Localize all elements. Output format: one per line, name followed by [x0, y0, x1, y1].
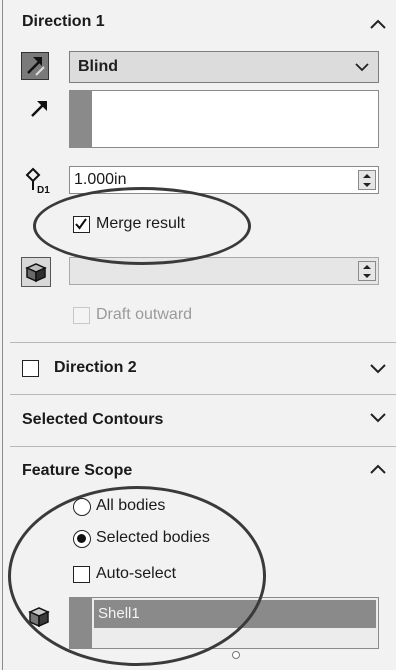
selected-bodies-label: Selected bodies: [96, 529, 210, 546]
body-item-label: Shell1: [98, 605, 140, 622]
resize-handle[interactable]: [232, 651, 240, 659]
direction-arrow-icon: [31, 101, 47, 117]
direction2-title: Direction 2: [54, 359, 137, 376]
panel-left-border: [2, 0, 3, 670]
reverse-direction-button[interactable]: [21, 52, 49, 80]
selection-color-swatch: [70, 598, 92, 648]
section-divider: [10, 342, 396, 343]
solid-bodies-icon: [28, 607, 50, 628]
collapse-chevron-up-icon[interactable]: [368, 462, 388, 476]
feature-scope-title: Feature Scope: [22, 462, 133, 479]
merge-result-checkbox[interactable]: [73, 216, 90, 233]
depth-value: 1.000in: [74, 171, 127, 188]
selection-color-swatch: [70, 91, 92, 147]
auto-select-checkbox[interactable]: [73, 566, 90, 583]
section-divider: [10, 446, 396, 447]
direction1-title: Direction 1: [22, 13, 105, 30]
expand-chevron-down-icon[interactable]: [368, 361, 388, 375]
all-bodies-label: All bodies: [96, 497, 166, 514]
spin-up-icon[interactable]: [359, 262, 375, 271]
radio-all-bodies[interactable]: [73, 498, 91, 516]
direction-selection-box[interactable]: [69, 90, 379, 148]
draft-toggle-button[interactable]: [21, 257, 51, 287]
depth-spinner[interactable]: [358, 170, 376, 190]
spin-down-icon[interactable]: [359, 180, 375, 189]
list-item[interactable]: Shell1: [94, 600, 376, 628]
auto-select-label: Auto-select: [96, 565, 177, 582]
radio-selected-bodies[interactable]: [73, 530, 91, 548]
spin-down-icon[interactable]: [359, 271, 375, 280]
spin-up-icon[interactable]: [359, 171, 375, 180]
svg-text:D1: D1: [37, 185, 50, 196]
checkmark-icon: [75, 218, 87, 230]
depth-input[interactable]: 1.000in: [69, 166, 379, 194]
reverse-direction-icon: [27, 57, 45, 76]
draft-icon: [25, 263, 47, 283]
chevron-down-icon: [355, 63, 369, 72]
collapse-chevron-up-icon[interactable]: [368, 17, 388, 31]
direction2-checkbox[interactable]: [22, 360, 39, 377]
draft-outward-label: Draft outward: [96, 306, 193, 323]
bodies-selection-list[interactable]: Shell1: [69, 597, 379, 649]
merge-result-label: Merge result: [96, 215, 185, 232]
expand-chevron-down-icon[interactable]: [368, 410, 388, 424]
draft-angle-spinner[interactable]: [358, 261, 376, 281]
end-condition-value: Blind: [78, 58, 118, 75]
draft-angle-input[interactable]: [69, 257, 379, 285]
end-condition-dropdown[interactable]: Blind: [69, 51, 379, 83]
depth-dimension-icon: D1: [25, 167, 50, 196]
section-divider: [10, 394, 396, 395]
selected-contours-title: Selected Contours: [22, 411, 164, 428]
draft-outward-checkbox[interactable]: [73, 307, 90, 324]
